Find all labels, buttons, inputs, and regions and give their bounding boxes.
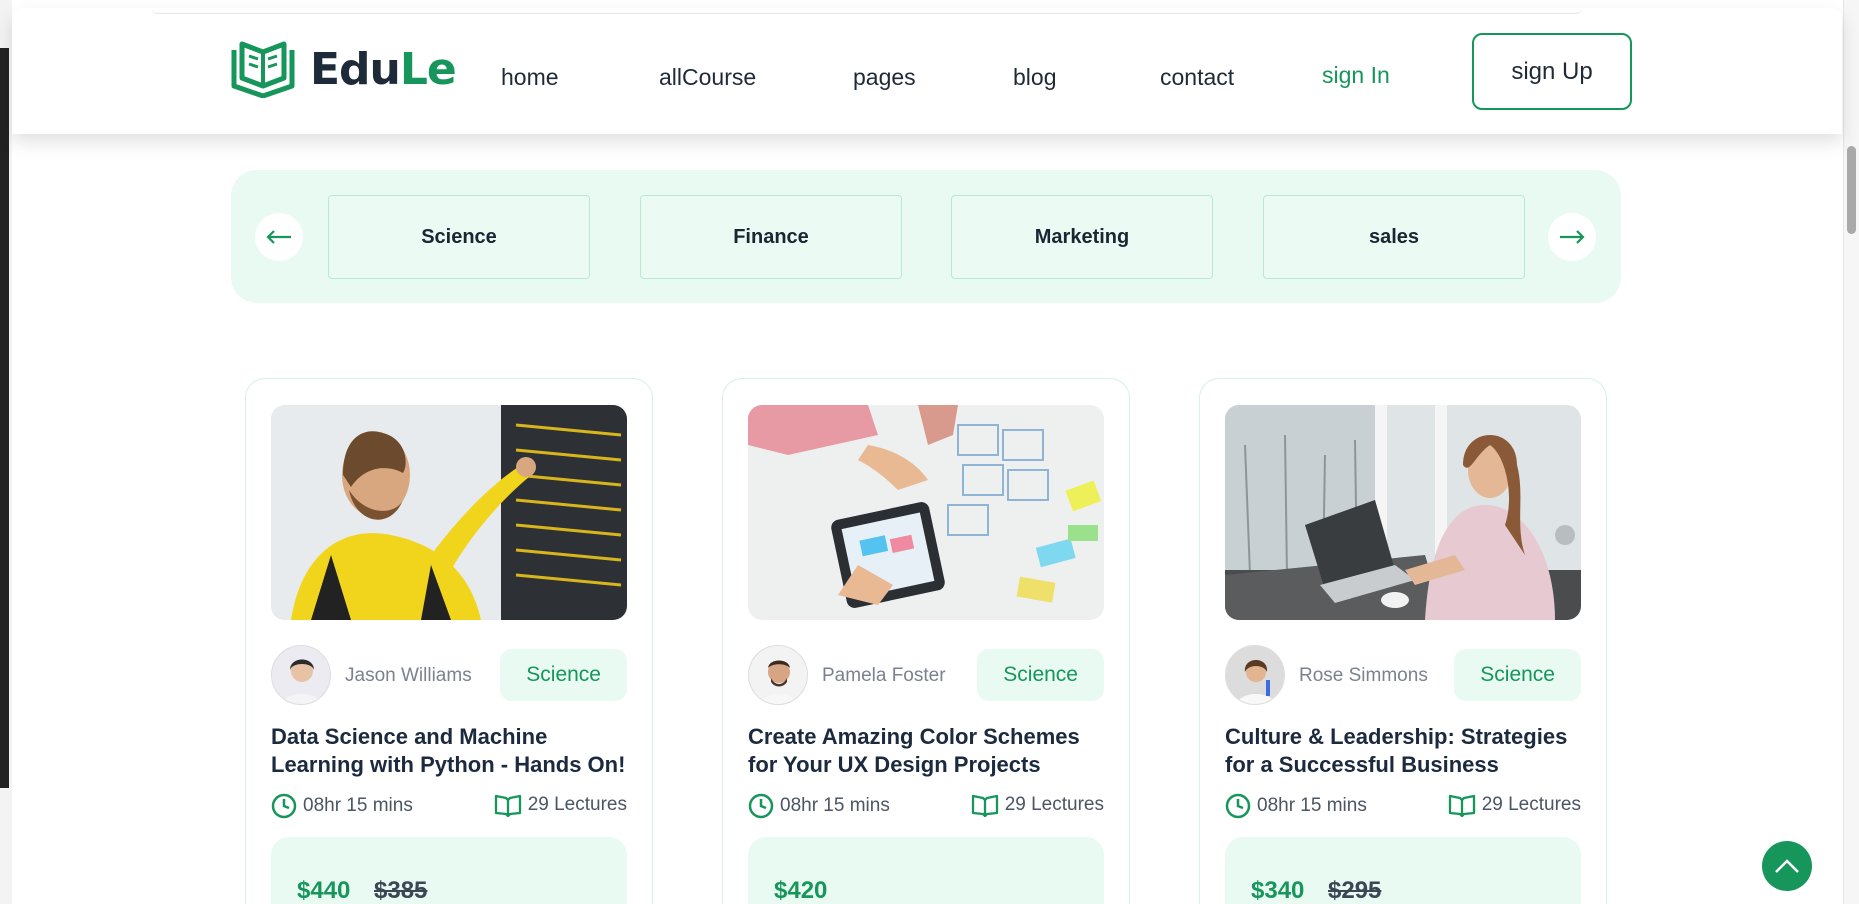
scrollbar[interactable] xyxy=(1843,0,1859,904)
price-box: $440 $385 xyxy=(271,837,627,904)
category-finance[interactable]: Finance xyxy=(640,195,902,279)
avatar xyxy=(1225,645,1285,705)
course-tag[interactable]: Science xyxy=(977,649,1104,701)
nav-all-course[interactable]: allCourse xyxy=(659,64,756,91)
sign-up-button[interactable]: sign Up xyxy=(1472,33,1632,110)
carousel-prev-button[interactable] xyxy=(255,213,303,261)
course-duration: 08hr 15 mins xyxy=(1225,793,1367,819)
course-thumbnail[interactable] xyxy=(748,405,1104,620)
author-name[interactable]: Jason Williams xyxy=(345,665,472,687)
lectures-text: 29 Lectures xyxy=(527,794,627,815)
duration-text: 08hr 15 mins xyxy=(780,795,890,816)
old-price: $385 xyxy=(374,877,428,904)
clock-icon xyxy=(1225,793,1251,819)
course-card[interactable]: Rose Simmons Science Culture & Leadershi… xyxy=(1199,378,1607,904)
site-header: EduLe home allCourse pages blog contact … xyxy=(12,8,1842,134)
clock-icon xyxy=(748,793,774,819)
price: $420 xyxy=(774,877,828,904)
author-name[interactable]: Pamela Foster xyxy=(822,665,946,687)
clock-icon xyxy=(271,793,297,819)
price: $440 xyxy=(297,877,351,904)
category-sales[interactable]: sales xyxy=(1263,195,1525,279)
arrow-right-icon xyxy=(1560,230,1585,244)
price-box: $420 xyxy=(748,837,1104,904)
arrow-left-icon xyxy=(266,230,291,244)
logo[interactable]: EduLe xyxy=(230,40,457,98)
scrollbar-thumb[interactable] xyxy=(1847,146,1856,234)
nav-contact[interactable]: contact xyxy=(1160,64,1234,91)
logo-text-le: Le xyxy=(399,43,457,95)
course-lectures: 29 Lectures xyxy=(494,793,627,817)
nav-blog[interactable]: blog xyxy=(1013,64,1056,91)
logo-text: EduLe xyxy=(310,43,457,95)
logo-book-icon xyxy=(231,41,295,98)
logo-text-edu: Edu xyxy=(310,43,401,95)
avatar xyxy=(748,645,808,705)
course-lectures: 29 Lectures xyxy=(971,793,1104,817)
course-duration: 08hr 15 mins xyxy=(748,793,890,819)
avatar xyxy=(271,645,331,705)
scroll-to-top-button[interactable] xyxy=(1762,841,1812,891)
course-lectures: 29 Lectures xyxy=(1448,793,1581,817)
course-title[interactable]: Data Science and Machine Learning with P… xyxy=(271,723,636,779)
book-icon xyxy=(971,794,998,817)
duration-text: 08hr 15 mins xyxy=(1257,795,1367,816)
course-card[interactable]: Pamela Foster Science Create Amazing Col… xyxy=(722,378,1130,904)
duration-text: 08hr 15 mins xyxy=(303,795,413,816)
lectures-text: 29 Lectures xyxy=(1004,794,1104,815)
price-box: $340 $295 xyxy=(1225,837,1581,904)
course-thumbnail[interactable] xyxy=(271,405,627,620)
carousel-next-button[interactable] xyxy=(1548,213,1596,261)
price: $340 xyxy=(1251,877,1305,904)
course-card[interactable]: Jason Williams Science Data Science and … xyxy=(245,378,653,904)
author-name[interactable]: Rose Simmons xyxy=(1299,665,1428,687)
category-marketing[interactable]: Marketing xyxy=(951,195,1213,279)
old-price: $295 xyxy=(1328,877,1382,904)
lectures-text: 29 Lectures xyxy=(1481,794,1581,815)
course-tag[interactable]: Science xyxy=(500,649,627,701)
top-strip xyxy=(152,8,1582,14)
course-title[interactable]: Create Amazing Color Schemes for Your UX… xyxy=(748,723,1113,779)
book-icon xyxy=(1448,794,1475,817)
course-thumbnail[interactable] xyxy=(1225,405,1581,620)
course-title[interactable]: Culture & Leadership: Strategies for a S… xyxy=(1225,723,1590,779)
course-tag[interactable]: Science xyxy=(1454,649,1581,701)
course-duration: 08hr 15 mins xyxy=(271,793,413,819)
sign-in-link[interactable]: sign In xyxy=(1322,62,1390,89)
window-left-edge xyxy=(0,0,12,904)
chevron-up-icon xyxy=(1775,859,1799,873)
book-icon xyxy=(494,794,521,817)
nav-pages[interactable]: pages xyxy=(853,64,916,91)
category-science[interactable]: Science xyxy=(328,195,590,279)
nav-home[interactable]: home xyxy=(501,64,559,91)
